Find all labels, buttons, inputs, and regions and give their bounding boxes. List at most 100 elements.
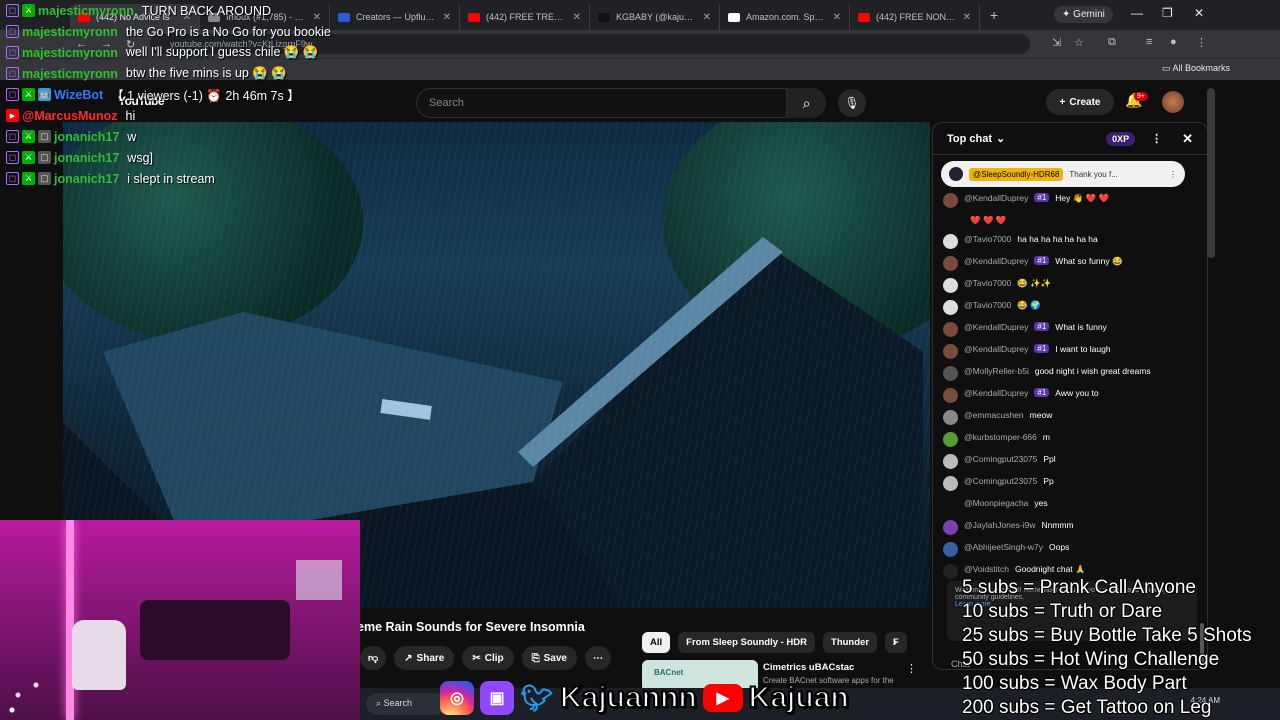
chat-message[interactable]: @Comingput23075 Ppl bbox=[943, 450, 1193, 472]
chat-username[interactable]: @Tavio7000 bbox=[964, 278, 1011, 288]
browser-tab[interactable]: (442) FREE NON COPY ✕ bbox=[850, 4, 980, 30]
account-avatar[interactable] bbox=[1162, 91, 1184, 113]
chat-username[interactable]: @Moonpiegacha bbox=[964, 498, 1028, 508]
recommended-title[interactable]: Cimetrics uBACstac bbox=[763, 662, 854, 673]
pinned-message[interactable]: @SleepSoundly-HDR68 Thank you f... ⋮ bbox=[941, 161, 1185, 187]
chat-username[interactable]: @KendallDuprey bbox=[964, 322, 1028, 332]
screen: (442) No Advice Is✕Imoux (#1,785) - Kgam… bbox=[0, 0, 1280, 720]
chat-message[interactable]: @MollyReller-b5i good night i wish great … bbox=[943, 362, 1193, 384]
chat-message[interactable]: @JaylahJones-i9w Nnmmm bbox=[943, 516, 1193, 538]
tab-close-icon[interactable]: ✕ bbox=[833, 12, 841, 23]
tab-close-icon[interactable]: ✕ bbox=[443, 12, 451, 23]
pinned-avatar bbox=[949, 167, 963, 181]
chat-username[interactable]: @Tavio7000 bbox=[964, 234, 1011, 244]
browser-tab[interactable]: Amazon.com. Spend le ✕ bbox=[720, 4, 850, 30]
filter-chip[interactable]: From Sleep Soundly - HDR bbox=[678, 632, 816, 653]
share-label: Share bbox=[416, 652, 445, 664]
top-chat-selector[interactable]: Top chat bbox=[947, 133, 992, 145]
chat-avatar bbox=[943, 542, 958, 557]
chat-message[interactable]: @Tavio7000 😂 🌍 bbox=[943, 296, 1193, 318]
chat-message[interactable]: @emmacushen meow bbox=[943, 406, 1193, 428]
chat-username[interactable]: @KendallDuprey bbox=[964, 256, 1028, 266]
member-badge: #1 bbox=[1034, 344, 1050, 353]
tab-title: Amazon.com. Spend le bbox=[746, 12, 827, 22]
chat-message[interactable]: @Moonpiegacha yes bbox=[943, 494, 1193, 516]
chat-message[interactable]: @KendallDuprey #1 What is funny bbox=[943, 318, 1193, 340]
tab-close-icon[interactable]: ✕ bbox=[573, 12, 581, 23]
filter-chip[interactable]: Thunder bbox=[823, 632, 878, 653]
new-tab-button[interactable]: + bbox=[980, 7, 1008, 23]
search-input[interactable]: Search bbox=[416, 88, 826, 118]
chat-username[interactable]: @JaylahJones-i9w bbox=[964, 520, 1035, 530]
sub-goal-item: 200 subs = Get Tattoo on Leg bbox=[962, 697, 1212, 718]
chat-avatar bbox=[943, 564, 958, 579]
chevron-down-icon[interactable]: ⌄ bbox=[996, 132, 1005, 145]
related-chips: All From Sleep Soundly - HDR Thunder F bbox=[642, 632, 907, 653]
chat-text: Oops bbox=[1049, 542, 1070, 552]
maximize-icon[interactable]: ❐ bbox=[1162, 6, 1173, 20]
chat-username[interactable]: @MollyReller-b5i bbox=[964, 366, 1029, 376]
chat-message[interactable]: @kurbstomper-666 m bbox=[943, 428, 1193, 450]
all-bookmarks-button[interactable]: ▭ All Bookmarks bbox=[1162, 63, 1230, 74]
member-badge: #1 bbox=[1034, 388, 1050, 397]
chat-message[interactable]: ❤️ ❤️ ❤️ bbox=[943, 211, 1193, 230]
share-button[interactable]: ↗ Share bbox=[394, 646, 455, 670]
scissors-icon: ✂ bbox=[472, 652, 481, 664]
chat-username[interactable]: @KendallDuprey bbox=[964, 344, 1028, 354]
chat-message[interactable]: @Comingput23075 Pp bbox=[943, 472, 1193, 494]
install-icon[interactable]: ⇲ bbox=[1052, 36, 1061, 49]
page-scrollbar[interactable] bbox=[1207, 88, 1215, 258]
pinned-more-icon[interactable]: ⋮ bbox=[1169, 170, 1177, 179]
chat-username[interactable]: @KendallDuprey bbox=[964, 193, 1028, 203]
close-window-icon[interactable]: ✕ bbox=[1194, 6, 1204, 20]
extensions-icon[interactable]: ⧉ bbox=[1108, 36, 1116, 49]
chat-message[interactable]: @KendallDuprey #1 Aww you to bbox=[943, 384, 1193, 406]
chevron-right-icon[interactable]: › bbox=[893, 634, 897, 649]
menu-lines-icon[interactable]: ≡ bbox=[1146, 36, 1152, 48]
tw-badge-icon: ◻ bbox=[6, 4, 19, 17]
chat-message[interactable]: @KendallDuprey #1 What so funny 😂 bbox=[943, 252, 1193, 274]
chat-message[interactable]: @AbhijeetSingh-w7y Oops bbox=[943, 538, 1193, 560]
chat-more-icon[interactable]: ⋮ bbox=[1151, 132, 1162, 145]
handle-primary: Kajuannn bbox=[559, 680, 698, 715]
chat-text: ha ha ha ha ha ha ha bbox=[1017, 234, 1098, 244]
recommended-more-icon[interactable]: ⋮ bbox=[906, 662, 917, 675]
chat-username[interactable]: @Tavio7000 bbox=[964, 300, 1011, 310]
chat-username[interactable]: @AbhijeetSingh-w7y bbox=[964, 542, 1043, 552]
save-button[interactable]: ⎘ Save bbox=[521, 646, 577, 670]
chat-username[interactable]: @kurbstomper-666 bbox=[964, 432, 1037, 442]
dislike-button[interactable]: 👎︎ bbox=[360, 646, 387, 670]
browser-tab[interactable]: (442) FREE TRENDING ✕ bbox=[460, 4, 590, 30]
bot-badge-icon: 🤖 bbox=[38, 88, 51, 101]
taskbar-search[interactable]: ⌕ Search bbox=[366, 693, 446, 715]
chat-username[interactable]: @emmacushen bbox=[964, 410, 1024, 420]
voice-search-button[interactable]: 🎙 bbox=[838, 89, 866, 117]
search-button[interactable]: ⌕ bbox=[786, 88, 826, 118]
xp-badge[interactable]: 0XP bbox=[1106, 131, 1136, 146]
chat-message[interactable]: @Tavio7000 😂 ✨✨ bbox=[943, 274, 1193, 296]
create-button[interactable]: + Create bbox=[1046, 89, 1114, 115]
minimize-icon[interactable]: — bbox=[1131, 6, 1143, 20]
clip-button[interactable]: ✂ Clip bbox=[462, 646, 514, 670]
gr-badge-icon: ▢ bbox=[38, 172, 51, 185]
chat-username[interactable]: @Comingput23075 bbox=[964, 476, 1037, 486]
bookmark-star-icon[interactable]: ☆ bbox=[1074, 36, 1084, 49]
browser-tab[interactable]: KGBABY (@kajuannn) ✕ bbox=[590, 4, 720, 30]
chat-avatar bbox=[943, 278, 958, 293]
tab-close-icon[interactable]: ✕ bbox=[703, 12, 711, 23]
chat-username[interactable]: @KendallDuprey bbox=[964, 388, 1028, 398]
tab-close-icon[interactable]: ✕ bbox=[963, 12, 971, 23]
more-actions-button[interactable]: ⋯ bbox=[584, 646, 611, 670]
chat-message[interactable]: @Tavio7000 ha ha ha ha ha ha ha bbox=[943, 230, 1193, 252]
filter-chip[interactable]: All bbox=[642, 632, 671, 653]
chat-username[interactable]: @Voidstitch bbox=[964, 564, 1009, 574]
gemini-button[interactable]: ✦ Gemini bbox=[1054, 6, 1113, 23]
chat-message[interactable]: @KendallDuprey #1 Hey 👋 ❤️ ❤️ bbox=[943, 189, 1193, 211]
close-chat-icon[interactable]: ✕ bbox=[1182, 131, 1193, 147]
chat-username[interactable]: @Comingput23075 bbox=[964, 454, 1037, 464]
profile-icon[interactable]: ● bbox=[1170, 36, 1177, 48]
chat-message[interactable]: @KendallDuprey #1 I want to laugh bbox=[943, 340, 1193, 362]
video-actions: 👎︎ ↗ Share ✂ Clip ⎘ Save ⋯ bbox=[360, 646, 611, 670]
gr-badge-icon: ▢ bbox=[38, 130, 51, 143]
browser-menu-icon[interactable]: ⋮ bbox=[1196, 36, 1207, 49]
